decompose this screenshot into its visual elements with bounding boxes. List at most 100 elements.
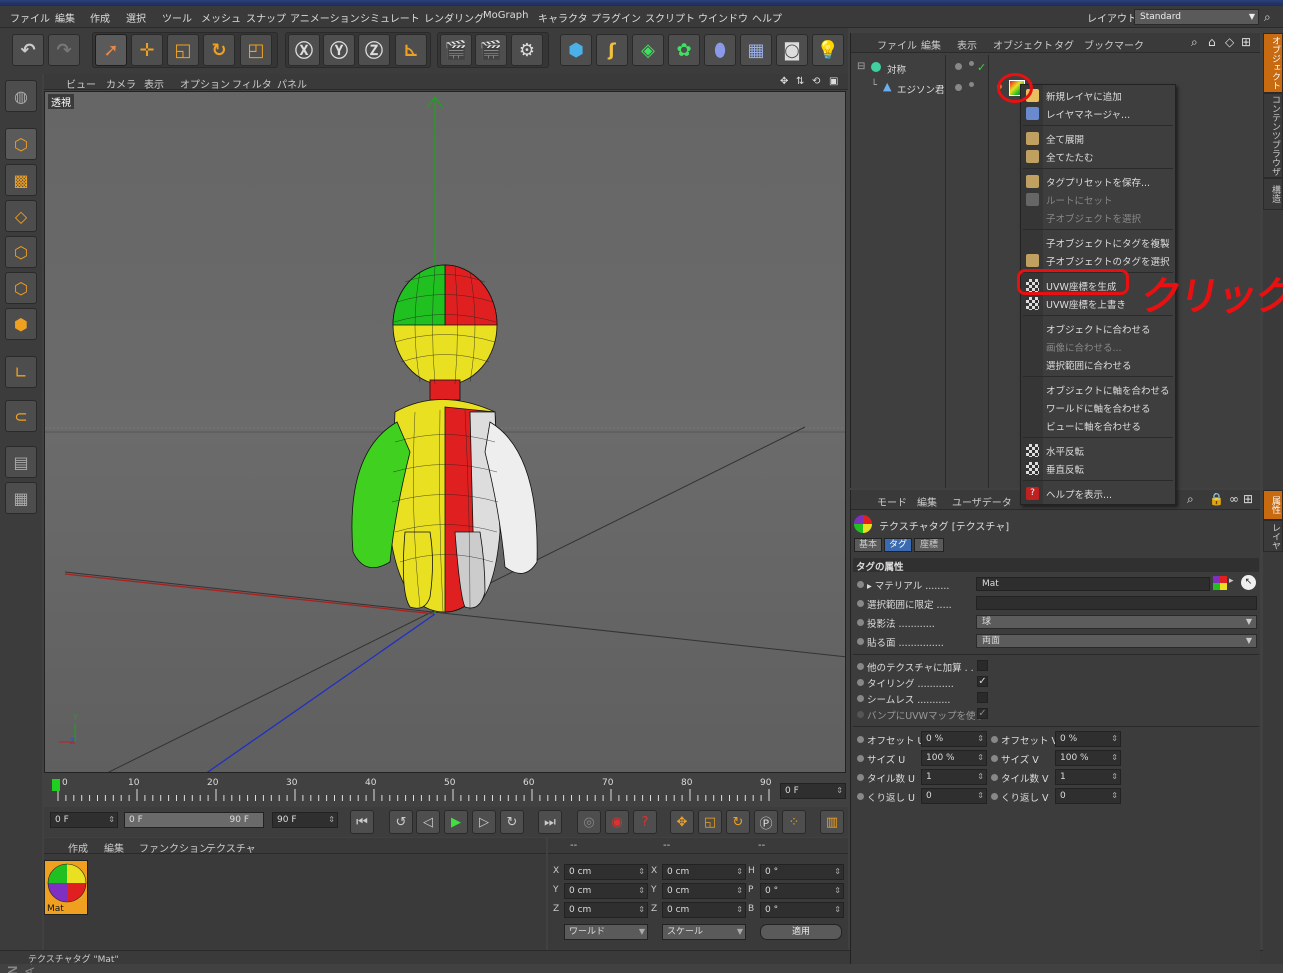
tile-checkbox[interactable]: ✓: [977, 676, 988, 687]
next-frame-icon[interactable]: ▷: [472, 810, 496, 834]
offset-u-field[interactable]: 0 % ⇕: [921, 731, 987, 747]
edges-mode-icon[interactable]: ⬡: [5, 272, 37, 304]
y-axis-icon[interactable]: Ⓨ: [323, 34, 355, 66]
anim-dot[interactable]: [857, 619, 864, 626]
anim-dot[interactable]: [857, 663, 864, 670]
menu-item-save-preset[interactable]: タグプリセットを保存...: [1046, 175, 1150, 189]
coordinate-system-icon[interactable]: ⊾: [395, 34, 427, 66]
material-link-field[interactable]: Mat: [976, 577, 1210, 591]
go-to-end-icon[interactable]: ⏭: [538, 810, 562, 834]
menu-create[interactable]: 作成: [90, 10, 110, 25]
workplane-icon[interactable]: ◇: [5, 200, 37, 232]
viewport-menu-options[interactable]: オプション: [180, 76, 230, 91]
menu-mograph[interactable]: MoGraph: [483, 10, 528, 21]
redo-icon[interactable]: ↷: [48, 34, 80, 66]
camera-icon[interactable]: ◙: [776, 34, 808, 66]
menu-tools[interactable]: ツール: [162, 10, 192, 25]
render-visibility-dot[interactable]: [969, 61, 974, 66]
menu-item-layer-manager[interactable]: レイヤマネージャ...: [1046, 107, 1130, 121]
anim-dot[interactable]: [857, 600, 864, 607]
menu-item-copy-tag-children[interactable]: 子オブジェクトにタグを複製: [1046, 236, 1170, 250]
floor-icon[interactable]: ▦: [740, 34, 772, 66]
om-menu-file[interactable]: ファイル: [877, 37, 917, 52]
tab-content-browser[interactable]: コンテンツブラウザ: [1263, 93, 1283, 178]
lock-icon[interactable]: 🔒: [1209, 492, 1224, 506]
spline-icon[interactable]: ʃ: [596, 34, 628, 66]
record-key-icon[interactable]: ◎: [577, 810, 601, 834]
object-row[interactable]: ⊟ 対称 ✓: [853, 61, 1258, 77]
key-pla-icon[interactable]: ⁘: [782, 810, 806, 834]
axis-mode-icon[interactable]: ∟: [5, 356, 37, 388]
anim-dot[interactable]: [991, 793, 998, 800]
texture-mode-icon[interactable]: ▩: [5, 164, 37, 196]
anim-dot[interactable]: [857, 695, 864, 702]
material-menu-function[interactable]: ファンクション: [139, 840, 209, 855]
anim-dot[interactable]: [991, 774, 998, 781]
position-y-field[interactable]: 0 cm ⇕: [564, 883, 648, 899]
menu-render[interactable]: レンダリング: [424, 10, 484, 25]
tab-structure[interactable]: 構造: [1263, 178, 1283, 210]
render-picture-viewer-icon[interactable]: 🎬: [475, 34, 507, 66]
menu-item-collapse-all[interactable]: 全てたたむ: [1046, 150, 1094, 164]
menu-script[interactable]: スクリプト: [645, 10, 695, 25]
anim-dot[interactable]: [857, 711, 864, 718]
array-icon[interactable]: ✿: [668, 34, 700, 66]
rotate-view-icon[interactable]: ⟲: [812, 76, 820, 87]
menu-item-axis-object[interactable]: オブジェクトに軸を合わせる: [1046, 383, 1170, 397]
menu-snap[interactable]: スナップ: [246, 10, 286, 25]
tiles-v-field[interactable]: 1 ⇕: [1055, 769, 1121, 785]
z-axis-icon[interactable]: Ⓩ: [358, 34, 390, 66]
side-select[interactable]: 両面 ▼: [976, 634, 1257, 648]
anim-dot[interactable]: [857, 774, 864, 781]
om-menu-tag[interactable]: タグ: [1054, 37, 1074, 52]
x-axis-icon[interactable]: Ⓧ: [288, 34, 320, 66]
timeline[interactable]: 0 10 20 30 40 50 60 70 80 90 0 F ⇕: [44, 775, 848, 807]
menu-character[interactable]: キャラクタ: [538, 10, 588, 25]
collapse-icon[interactable]: ⊟: [857, 61, 865, 72]
scale-tool-icon[interactable]: ◱: [167, 34, 199, 66]
model-mode-icon[interactable]: ⬡: [5, 128, 37, 160]
render-view-icon[interactable]: 🎬: [440, 34, 472, 66]
new-window-icon[interactable]: ⊞: [1243, 492, 1253, 506]
menu-item-flip-horizontal[interactable]: 水平反転: [1046, 444, 1084, 458]
timeline-window-icon[interactable]: ▥: [820, 810, 844, 834]
menu-item-axis-world[interactable]: ワールドに軸を合わせる: [1046, 401, 1151, 415]
menu-item-add-layer[interactable]: 新規レイヤに追加: [1046, 89, 1122, 103]
pick-icon[interactable]: ↖: [1241, 575, 1256, 590]
select-tool-icon[interactable]: ➚: [95, 34, 127, 66]
om-menu-edit[interactable]: 編集: [921, 37, 941, 52]
scale-select[interactable]: スケール ▼: [662, 924, 746, 940]
world-select[interactable]: ワールド ▼: [564, 924, 648, 940]
current-frame-field[interactable]: 0 F ⇕: [780, 783, 846, 799]
last-tool-icon[interactable]: ◰: [240, 34, 272, 66]
play-icon[interactable]: ▶: [444, 810, 468, 834]
restrict-selection-field[interactable]: [976, 596, 1257, 610]
menu-item-set-root[interactable]: ルートにセット: [1046, 193, 1113, 207]
editor-visibility-dot[interactable]: [955, 63, 962, 70]
menu-item-overwrite-uvw[interactable]: UVW座標を上書き: [1046, 297, 1126, 311]
anim-dot[interactable]: [857, 755, 864, 762]
menu-select[interactable]: 選択: [126, 10, 146, 25]
deformer-icon[interactable]: ⬮: [704, 34, 736, 66]
apply-button[interactable]: 適用: [760, 924, 842, 940]
anim-dot[interactable]: [857, 581, 864, 588]
enabled-check-icon[interactable]: ✓: [977, 61, 986, 74]
attr-menu-mode[interactable]: モード: [877, 494, 907, 509]
offset-v-field[interactable]: 0 % ⇕: [1055, 731, 1121, 747]
menu-item-axis-view[interactable]: ビューに軸を合わせる: [1046, 419, 1141, 433]
start-frame-field[interactable]: 0 F ⇕: [50, 812, 118, 828]
om-menu-object[interactable]: オブジェクト: [993, 37, 1053, 52]
menu-item-show-help[interactable]: ヘルプを表示...: [1046, 487, 1112, 501]
magnet-icon[interactable]: ⊂: [5, 400, 37, 432]
material-menu-edit[interactable]: 編集: [104, 840, 124, 855]
search-icon[interactable]: ⌕: [1264, 10, 1271, 25]
new-window-icon[interactable]: ⊞: [1241, 35, 1251, 49]
workplane-lock-icon[interactable]: ▤: [5, 446, 37, 478]
viewport-menu-display[interactable]: 表示: [144, 76, 164, 91]
light-icon[interactable]: 💡: [812, 34, 844, 66]
rotate-tool-icon[interactable]: ↻: [203, 34, 235, 66]
menu-item-select-children[interactable]: 子オブジェクトを選択: [1046, 211, 1141, 225]
menu-plugins[interactable]: プラグイン: [591, 10, 641, 25]
auto-key-icon[interactable]: ◉: [605, 810, 629, 834]
menu-animation[interactable]: アニメーション: [290, 10, 360, 25]
